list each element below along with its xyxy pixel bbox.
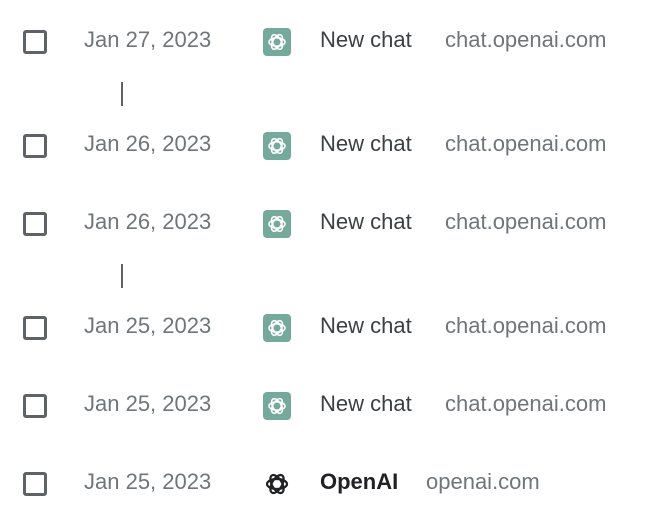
select-checkbox[interactable]	[23, 134, 47, 158]
history-entry[interactable]: Jan 25, 2023 OpenAI openai.com	[0, 466, 657, 510]
history-entry[interactable]: Jan 25, 2023 New chat chat.openai.com	[0, 388, 657, 432]
select-checkbox[interactable]	[23, 472, 47, 496]
page-title-link[interactable]: New chat	[320, 131, 412, 157]
page-domain: chat.openai.com	[445, 313, 607, 338]
openai-logo-icon	[265, 473, 289, 495]
history-entry[interactable]: Jan 26, 2023 New chat chat.openai.com	[0, 128, 657, 172]
history-entry[interactable]: Jan 27, 2023 New chat chat.openai.com	[0, 24, 657, 68]
chatgpt-favicon-icon	[263, 132, 291, 160]
select-checkbox[interactable]	[23, 212, 47, 236]
page-title-link[interactable]: OpenAI	[320, 469, 398, 495]
page-domain: chat.openai.com	[445, 131, 607, 156]
chatgpt-favicon-icon	[263, 210, 291, 238]
select-checkbox[interactable]	[23, 30, 47, 54]
date-separator	[121, 264, 123, 288]
select-checkbox[interactable]	[23, 394, 47, 418]
page-domain: chat.openai.com	[445, 27, 607, 52]
visit-date: Jan 25, 2023	[84, 391, 212, 416]
chatgpt-favicon-icon	[263, 392, 291, 420]
visit-date: Jan 26, 2023	[84, 209, 212, 234]
visit-date: Jan 25, 2023	[84, 313, 212, 338]
date-separator	[121, 82, 123, 106]
visit-date: Jan 27, 2023	[84, 27, 212, 52]
history-entry[interactable]: Jan 25, 2023 New chat chat.openai.com	[0, 310, 657, 354]
page-domain: openai.com	[426, 469, 540, 494]
chatgpt-favicon-icon	[263, 314, 291, 342]
page-domain: chat.openai.com	[445, 209, 607, 234]
visit-date: Jan 25, 2023	[84, 469, 212, 494]
page-title-link[interactable]: New chat	[320, 313, 412, 339]
page-title-link[interactable]: New chat	[320, 209, 412, 235]
page-domain: chat.openai.com	[445, 391, 607, 416]
select-checkbox[interactable]	[23, 316, 47, 340]
history-entry[interactable]: Jan 26, 2023 New chat chat.openai.com	[0, 206, 657, 250]
visit-date: Jan 26, 2023	[84, 131, 212, 156]
chatgpt-favicon-icon	[263, 28, 291, 56]
page-title-link[interactable]: New chat	[320, 27, 412, 53]
page-title-link[interactable]: New chat	[320, 391, 412, 417]
